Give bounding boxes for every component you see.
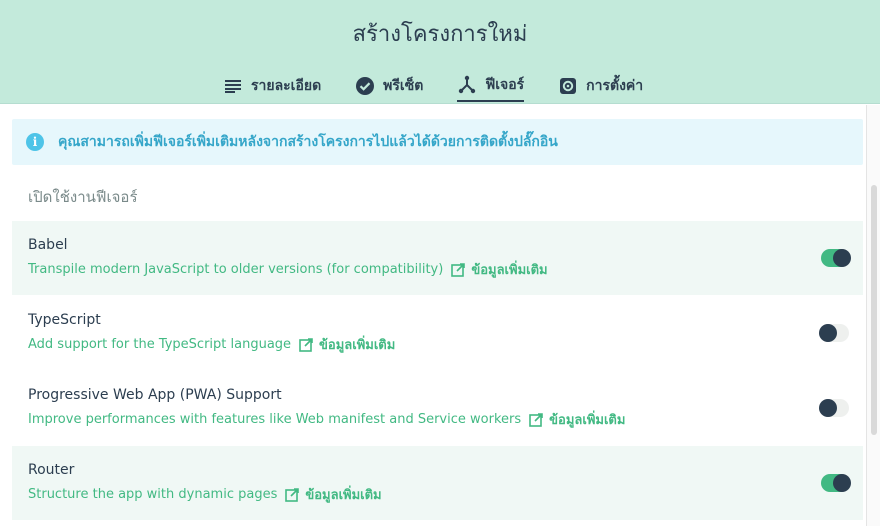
toggle-knob	[819, 399, 837, 417]
list-icon	[223, 76, 243, 96]
tab-details[interactable]: รายละเอียด	[223, 70, 321, 102]
fork-icon	[457, 75, 477, 95]
feature-name: Babel	[28, 237, 68, 253]
info-icon: i	[26, 133, 44, 151]
toggle-knob	[819, 324, 837, 342]
feature-toggle[interactable]	[819, 324, 849, 342]
feature-toggle[interactable]	[821, 474, 851, 492]
feature-toggle[interactable]	[821, 249, 851, 267]
external-link-icon[interactable]	[529, 412, 543, 427]
feature-description: Transpile modern JavaScript to older ver…	[28, 262, 444, 277]
toggle-knob	[833, 249, 851, 267]
features-panel: i คุณสามารถเพิ่มฟีเจอร์เพิ่มเติมหลังจากส…	[0, 105, 880, 526]
feature-item-router[interactable]: Router Structure the app with dynamic pa…	[12, 446, 863, 520]
more-info-link[interactable]: ข้อมูลเพิ่มเติม	[471, 259, 547, 280]
tab-presets-label: พรีเซ็ต	[383, 78, 424, 94]
feature-description: Structure the app with dynamic pages	[28, 487, 278, 502]
feature-item-pwa[interactable]: Progressive Web App (PWA) Support Improv…	[12, 371, 863, 445]
header: สร้างโครงการใหม่ รายละเอียด พรีเซ็ต ฟีเจ…	[0, 0, 880, 104]
feature-description: Add support for the TypeScript language	[28, 337, 292, 352]
feature-toggle[interactable]	[819, 399, 849, 417]
tab-features[interactable]: ฟีเจอร์	[457, 70, 525, 102]
toggle-knob	[833, 474, 851, 492]
external-link-icon[interactable]	[451, 262, 466, 277]
check-circle-icon	[355, 76, 375, 96]
info-banner: i คุณสามารถเพิ่มฟีเจอร์เพิ่มเติมหลังจากส…	[12, 119, 863, 165]
scrollbar-thumb[interactable]	[871, 185, 877, 435]
tab-config-label: การตั้งค่า	[586, 78, 644, 94]
tab-config[interactable]: การตั้งค่า	[558, 70, 643, 102]
tab-features-label: ฟีเจอร์	[485, 77, 525, 93]
external-link-icon[interactable]	[299, 337, 313, 352]
feature-name: Router	[28, 462, 75, 478]
feature-name: TypeScript	[28, 312, 101, 328]
step-tabs: รายละเอียด พรีเซ็ต ฟีเจอร์ การตั้งค่า	[223, 70, 643, 102]
external-link-icon[interactable]	[285, 487, 300, 502]
feature-item-babel[interactable]: Babel Transpile modern JavaScript to old…	[12, 221, 863, 295]
more-info-link[interactable]: ข้อมูลเพิ่มเติม	[305, 484, 381, 505]
info-text: คุณสามารถเพิ่มฟีเจอร์เพิ่มเติมหลังจากสร้…	[58, 134, 558, 150]
more-info-link[interactable]: ข้อมูลเพิ่มเติม	[319, 334, 395, 355]
feature-name: Progressive Web App (PWA) Support	[28, 387, 282, 403]
scrollbar[interactable]	[866, 105, 880, 526]
gear-icon	[558, 76, 578, 96]
feature-item-typescript[interactable]: TypeScript Add support for the TypeScrip…	[12, 296, 863, 370]
tab-presets[interactable]: พรีเซ็ต	[355, 70, 423, 102]
feature-description: Improve performances with features like …	[28, 412, 522, 427]
section-title: เปิดใช้งานฟีเจอร์	[28, 188, 138, 206]
more-info-link[interactable]: ข้อมูลเพิ่มเติม	[549, 409, 625, 430]
page-title: สร้างโครงการใหม่	[352, 22, 528, 47]
tab-details-label: รายละเอียด	[251, 78, 322, 94]
